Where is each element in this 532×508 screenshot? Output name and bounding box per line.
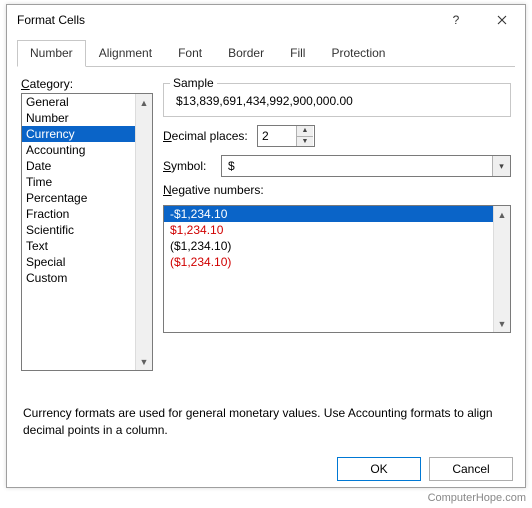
category-item[interactable]: Time (22, 174, 135, 190)
category-listbox[interactable]: GeneralNumberCurrencyAccountingDateTimeP… (21, 93, 153, 371)
category-item[interactable]: Fraction (22, 206, 135, 222)
category-item[interactable]: Scientific (22, 222, 135, 238)
dialog-buttons: OK Cancel (7, 447, 525, 493)
category-label: Category: (21, 77, 153, 91)
format-description: Currency formats are used for general mo… (23, 405, 509, 439)
ok-button[interactable]: OK (337, 457, 421, 481)
decimals-label: Decimal places: (163, 129, 251, 143)
negative-item[interactable]: $1,234.10 (164, 222, 493, 238)
category-item[interactable]: Date (22, 158, 135, 174)
category-item[interactable]: Special (22, 254, 135, 270)
category-item[interactable]: Percentage (22, 190, 135, 206)
tab-number[interactable]: Number (17, 40, 86, 67)
negative-item[interactable]: ($1,234.10) (164, 238, 493, 254)
category-item[interactable]: Currency (22, 126, 135, 142)
category-item[interactable]: Accounting (22, 142, 135, 158)
sample-group: Sample $13,839,691,434,992,900,000.00 (163, 83, 511, 117)
symbol-label: Symbol: (163, 159, 215, 173)
symbol-dropdown-button[interactable]: ▾ (492, 156, 510, 176)
scroll-down-icon[interactable]: ▼ (494, 315, 510, 332)
chevron-down-icon: ▾ (499, 161, 504, 172)
cancel-button[interactable]: Cancel (429, 457, 513, 481)
decimals-down-button[interactable]: ▼ (297, 137, 313, 147)
symbol-value: $ (222, 159, 492, 173)
help-button[interactable]: ? (433, 5, 479, 35)
decimals-input[interactable] (258, 126, 296, 146)
decimals-up-button[interactable]: ▲ (297, 126, 313, 137)
tab-strip: NumberAlignmentFontBorderFillProtection (17, 35, 515, 67)
negative-label: Negative numbers: (163, 183, 511, 197)
tab-protection[interactable]: Protection (318, 40, 398, 67)
negative-listbox[interactable]: -$1,234.10$1,234.10($1,234.10)($1,234.10… (163, 205, 511, 333)
category-item[interactable]: General (22, 94, 135, 110)
symbol-select[interactable]: $ ▾ (221, 155, 511, 177)
negative-item[interactable]: ($1,234.10) (164, 254, 493, 270)
category-item[interactable]: Number (22, 110, 135, 126)
titlebar: Format Cells ? (7, 5, 525, 35)
sample-value: $13,839,691,434,992,900,000.00 (172, 94, 502, 108)
dialog-title: Format Cells (17, 13, 85, 27)
negative-item[interactable]: -$1,234.10 (164, 206, 493, 222)
negative-scrollbar[interactable]: ▲ ▼ (493, 206, 510, 332)
help-icon: ? (453, 13, 460, 27)
tab-border[interactable]: Border (215, 40, 277, 67)
sample-label: Sample (170, 76, 217, 90)
scroll-up-icon[interactable]: ▲ (494, 206, 510, 223)
category-item[interactable]: Text (22, 238, 135, 254)
close-button[interactable] (479, 5, 525, 35)
watermark: ComputerHope.com (428, 492, 526, 504)
format-cells-dialog: Format Cells ? NumberAlignmentFontBorder… (6, 4, 526, 488)
tab-panel-number: Category: GeneralNumberCurrencyAccountin… (7, 67, 525, 447)
category-scrollbar[interactable]: ▲ ▼ (135, 94, 152, 370)
scroll-down-icon[interactable]: ▼ (136, 353, 152, 370)
scroll-up-icon[interactable]: ▲ (136, 94, 152, 111)
tab-fill[interactable]: Fill (277, 40, 318, 67)
close-icon (497, 15, 507, 25)
decimals-spinner[interactable]: ▲ ▼ (257, 125, 315, 147)
tab-font[interactable]: Font (165, 40, 215, 67)
tab-alignment[interactable]: Alignment (86, 40, 165, 67)
category-item[interactable]: Custom (22, 270, 135, 286)
